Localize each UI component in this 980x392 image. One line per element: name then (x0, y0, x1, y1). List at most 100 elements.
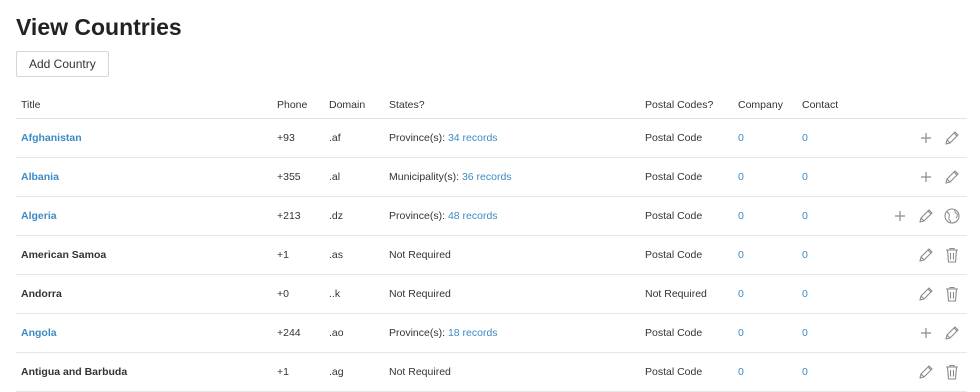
countries-table: Title Phone Domain States? Postal Codes?… (16, 92, 967, 392)
states-label: Not Required (389, 366, 451, 378)
states-label: Not Required (389, 288, 451, 300)
postal-codes: Postal Code (640, 196, 733, 236)
states-cell: Not Required (384, 352, 640, 392)
table-row: Albania +355 .al Municipality(s): 36 record… (16, 157, 967, 197)
globe-icon[interactable] (943, 207, 961, 225)
trash-icon[interactable] (943, 363, 961, 381)
country-title[interactable]: Albania (16, 157, 272, 197)
table-header-row: Title Phone Domain States? Postal Codes?… (16, 92, 967, 119)
states-cell: Municipality(s): 36 records (384, 157, 640, 197)
plus-icon[interactable] (917, 324, 935, 342)
contact-count-link[interactable]: 0 (797, 313, 867, 353)
page-title: View Countries (16, 14, 182, 40)
states-records-link[interactable]: 48 records (448, 210, 498, 222)
domain: .af (324, 118, 384, 158)
states-cell: Not Required (384, 235, 640, 275)
header-phone[interactable]: Phone (272, 92, 324, 119)
phone-code: +1 (272, 235, 324, 275)
postal-codes: Postal Code (640, 352, 733, 392)
table-row: Antigua and Barbuda +1 .ag Not Required Post… (16, 352, 967, 392)
states-cell: Not Required (384, 274, 640, 314)
states-records-link[interactable]: 18 records (448, 327, 498, 339)
phone-code: +93 (272, 118, 324, 158)
table-row: American Samoa +1 .as Not Required Postal Co… (16, 235, 967, 275)
table-row: Andorra +0 ..k Not Required Not Required 0 0 (16, 274, 967, 314)
header-contact[interactable]: Contact (797, 92, 867, 119)
pencil-icon[interactable] (943, 168, 961, 186)
states-cell: Province(s): 18 records (384, 313, 640, 353)
header-title[interactable]: Title (16, 92, 272, 119)
company-count-link[interactable]: 0 (733, 352, 797, 392)
header-states[interactable]: States? (384, 92, 640, 119)
add-country-button[interactable]: Add Country (16, 51, 109, 77)
pencil-icon[interactable] (943, 324, 961, 342)
company-count-link[interactable]: 0 (733, 235, 797, 275)
domain: .dz (324, 196, 384, 236)
country-title[interactable]: Afghanistan (16, 118, 272, 158)
domain: .ag (324, 352, 384, 392)
row-actions (867, 118, 967, 158)
postal-codes: Postal Code (640, 313, 733, 353)
states-label: Province(s): (389, 132, 448, 144)
company-count-link[interactable]: 0 (733, 313, 797, 353)
trash-icon[interactable] (943, 285, 961, 303)
pencil-icon[interactable] (917, 285, 935, 303)
pencil-icon[interactable] (917, 246, 935, 264)
row-actions (867, 313, 967, 353)
phone-code: +213 (272, 196, 324, 236)
plus-icon[interactable] (917, 129, 935, 147)
contact-count-link[interactable]: 0 (797, 157, 867, 197)
country-title[interactable]: Angola (16, 313, 272, 353)
states-cell: Province(s): 34 records (384, 118, 640, 158)
country-title: Andorra (16, 274, 272, 314)
company-count-link[interactable]: 0 (733, 196, 797, 236)
domain: .al (324, 157, 384, 197)
contact-count-link[interactable]: 0 (797, 196, 867, 236)
postal-codes: Postal Code (640, 118, 733, 158)
row-actions (867, 274, 967, 314)
phone-code: +0 (272, 274, 324, 314)
states-records-link[interactable]: 34 records (448, 132, 498, 144)
table-row: Afghanistan +93 .af Province(s): 34 records… (16, 118, 967, 158)
contact-count-link[interactable]: 0 (797, 274, 867, 314)
header-company[interactable]: Company (733, 92, 797, 119)
header-postal-codes[interactable]: Postal Codes? (640, 92, 733, 119)
postal-codes: Postal Code (640, 157, 733, 197)
contact-count-link[interactable]: 0 (797, 118, 867, 158)
states-cell: Province(s): 48 records (384, 196, 640, 236)
phone-code: +355 (272, 157, 324, 197)
postal-codes: Postal Code (640, 235, 733, 275)
header-actions (867, 92, 967, 119)
company-count-link[interactable]: 0 (733, 118, 797, 158)
row-actions (867, 157, 967, 197)
states-records-link[interactable]: 36 records (462, 171, 512, 183)
states-label: Province(s): (389, 210, 448, 222)
contact-count-link[interactable]: 0 (797, 352, 867, 392)
country-title: Antigua and Barbuda (16, 352, 272, 392)
header-domain[interactable]: Domain (324, 92, 384, 119)
contact-count-link[interactable]: 0 (797, 235, 867, 275)
domain: ..k (324, 274, 384, 314)
pencil-icon[interactable] (917, 363, 935, 381)
phone-code: +1 (272, 352, 324, 392)
trash-icon[interactable] (943, 246, 961, 264)
table-row: Algeria +213 .dz Province(s): 48 records Pos… (16, 196, 967, 236)
pencil-icon[interactable] (917, 207, 935, 225)
postal-codes: Not Required (640, 274, 733, 314)
company-count-link[interactable]: 0 (733, 274, 797, 314)
company-count-link[interactable]: 0 (733, 157, 797, 197)
states-label: Municipality(s): (389, 171, 462, 183)
domain: .as (324, 235, 384, 275)
domain: .ao (324, 313, 384, 353)
states-label: Province(s): (389, 327, 448, 339)
country-title: American Samoa (16, 235, 272, 275)
table-row: Angola +244 .ao Province(s): 18 records Post… (16, 313, 967, 353)
plus-icon[interactable] (891, 207, 909, 225)
plus-icon[interactable] (917, 168, 935, 186)
country-title[interactable]: Algeria (16, 196, 272, 236)
phone-code: +244 (272, 313, 324, 353)
row-actions (867, 196, 967, 236)
view-countries-page: View Countries Add Country Title Phone D… (0, 0, 980, 392)
row-actions (867, 235, 967, 275)
pencil-icon[interactable] (943, 129, 961, 147)
